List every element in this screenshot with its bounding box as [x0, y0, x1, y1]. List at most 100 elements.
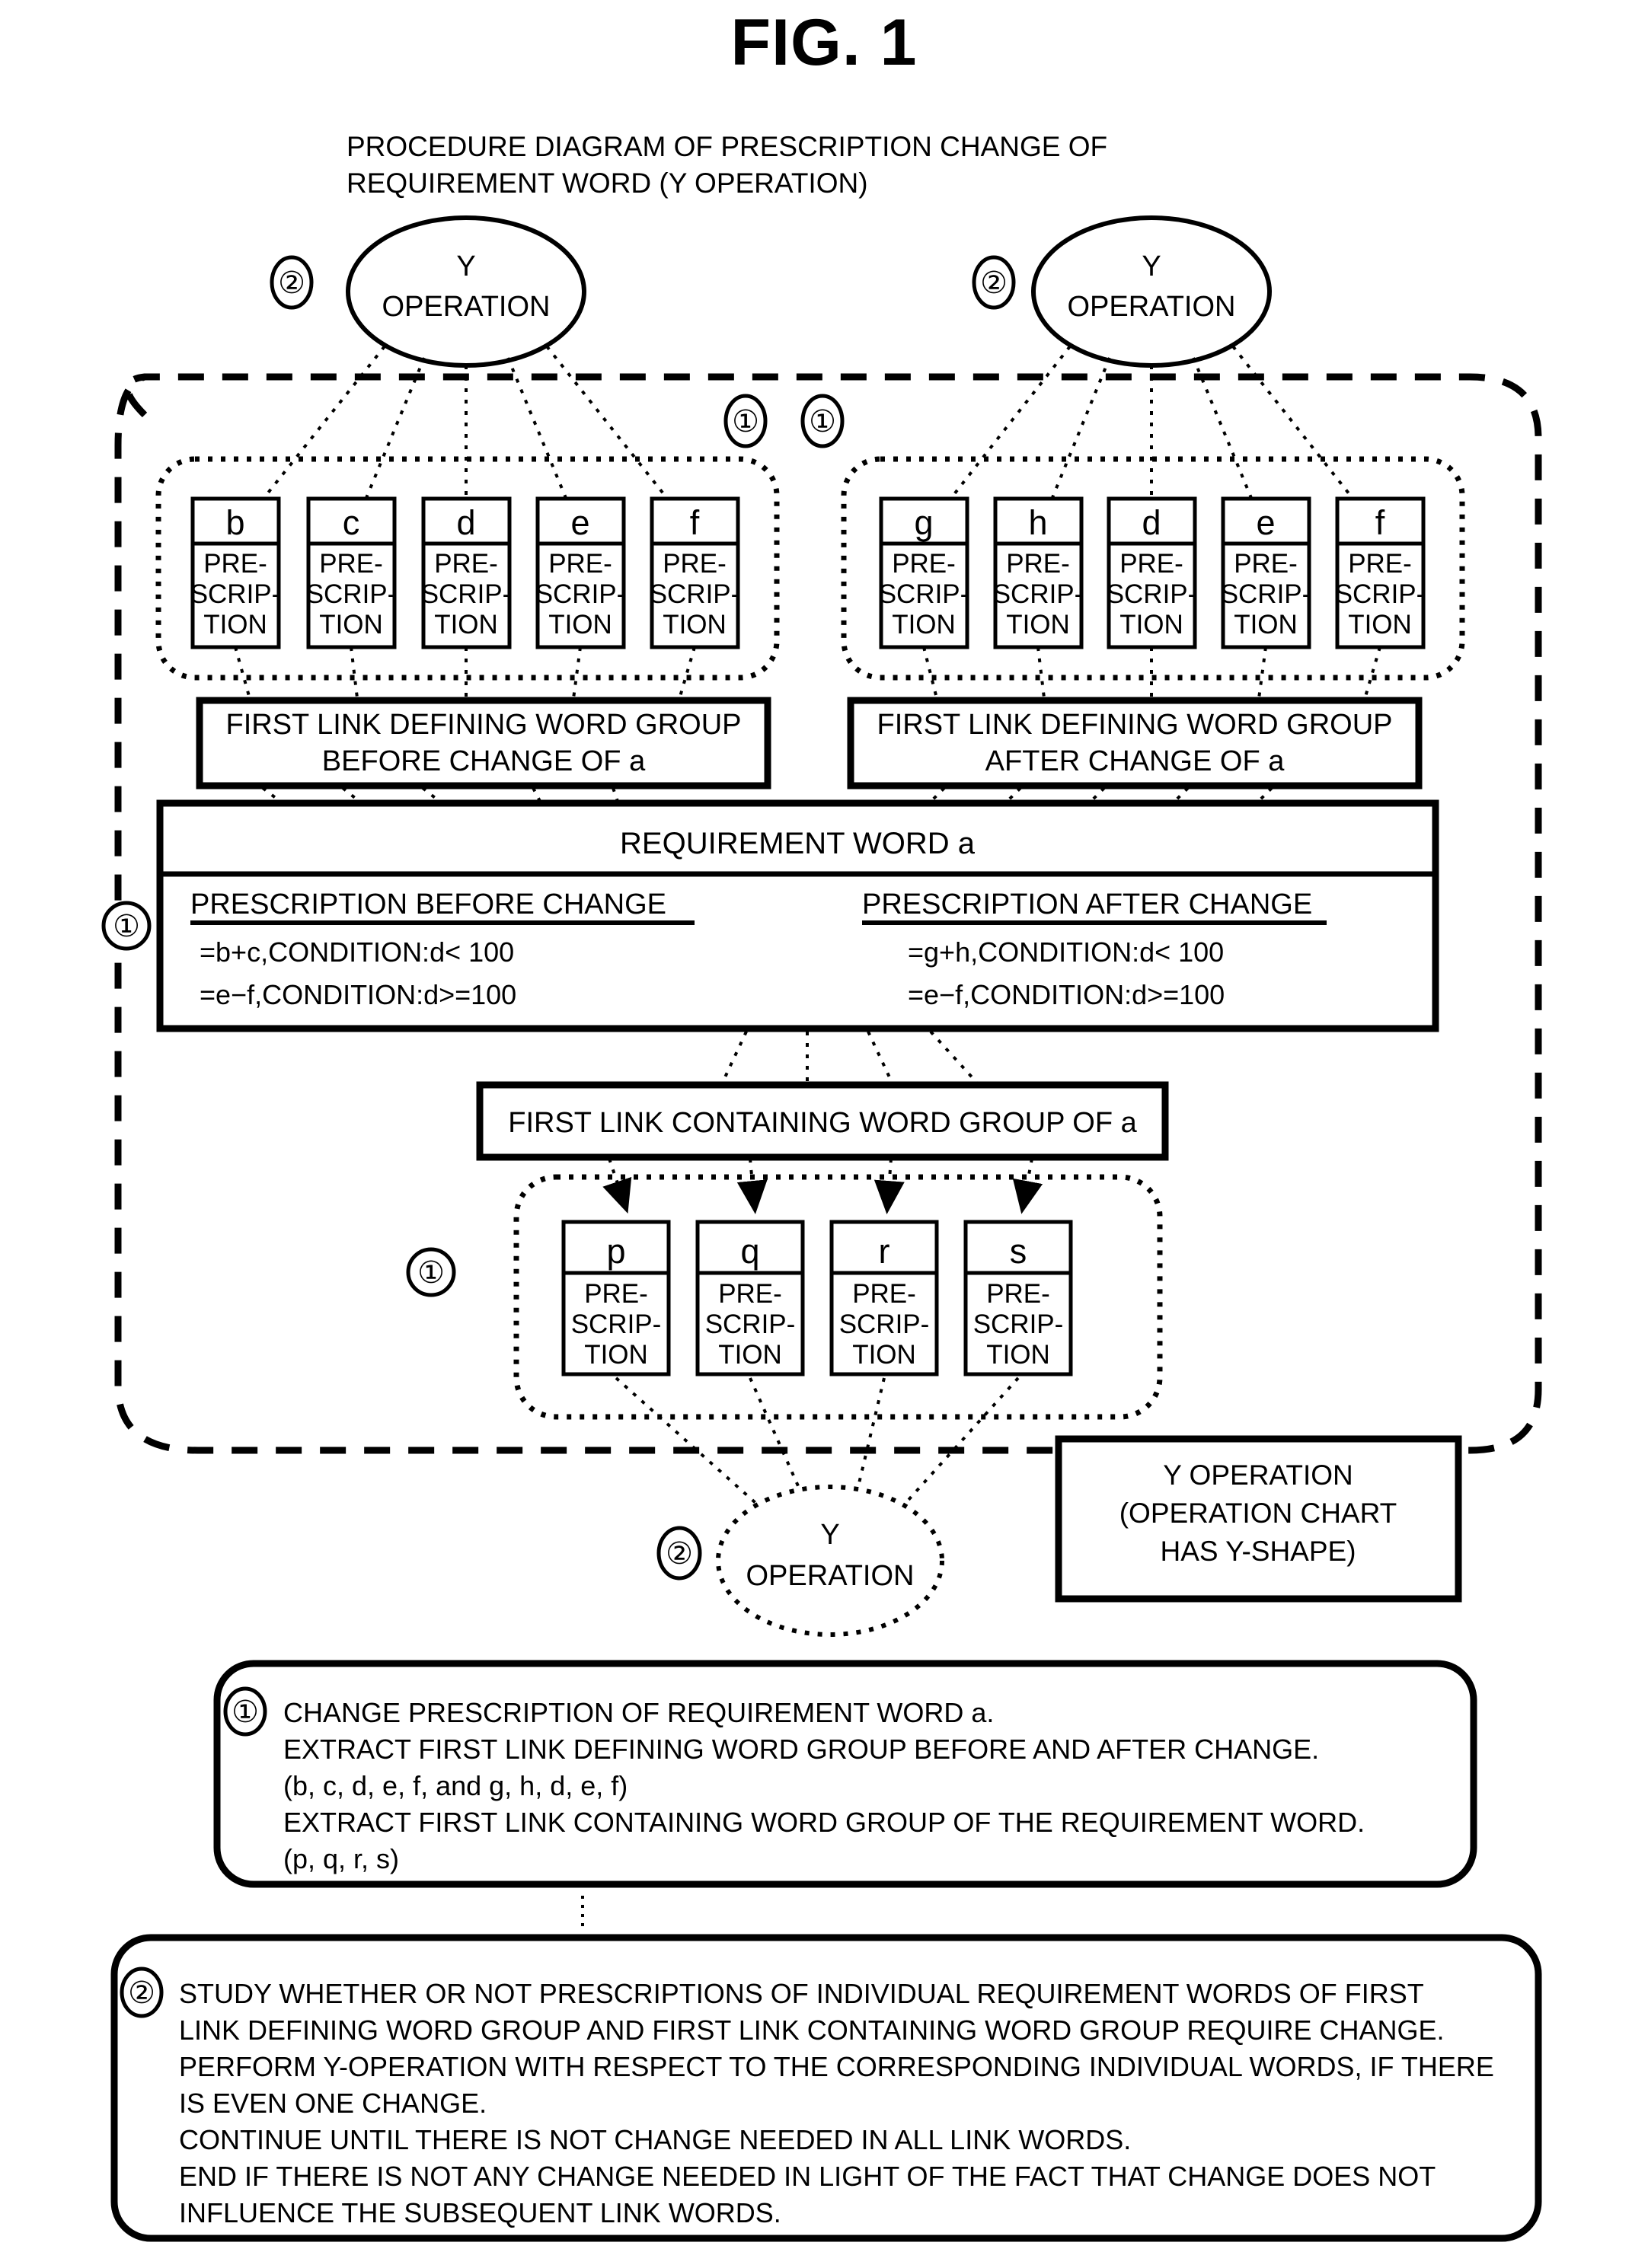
prescription-before-heading: PRESCRIPTION BEFORE CHANGE	[190, 888, 666, 920]
prescription-line-3: TION	[892, 610, 956, 640]
word-letter-f-right: f	[1375, 503, 1385, 542]
before-change-label-line1: FIRST LINK DEFINING WORD GROUP	[225, 709, 741, 741]
prescription-line-2: SCRIP-	[1107, 579, 1197, 609]
prescription-line-2: SCRIP-	[421, 579, 512, 609]
y-shape-note-line3: HAS Y-SHAPE)	[1160, 1536, 1356, 1567]
prescription-line-2: SCRIP-	[571, 1309, 662, 1339]
prescription-after-line1: =g+h,CONDITION:d< 100	[908, 936, 1224, 968]
marker-one-containing: ①	[417, 1256, 445, 1290]
prescription-line-2: SCRIP-	[1221, 579, 1311, 609]
note-two-line-6: END IF THERE IS NOT ANY CHANGE NEEDED IN…	[179, 2161, 1436, 2192]
after-change-label-line2: AFTER CHANGE OF a	[985, 745, 1286, 777]
word-letter-h: h	[1028, 503, 1047, 542]
containing-group-label: FIRST LINK CONTAINING WORD GROUP OF a	[508, 1107, 1137, 1139]
note-one-line-5: (p, q, r, s)	[283, 1843, 399, 1874]
prescription-line-2: SCRIP-	[535, 579, 626, 609]
figure-canvas: FIG. 1 PROCEDURE DIAGRAM OF PRESCRIPTION…	[101, 6, 1542, 2242]
word-letter-d-right: d	[1142, 503, 1161, 542]
prescription-line-2: SCRIP-	[306, 579, 397, 609]
note-one-line-1: CHANGE PRESCRIPTION OF REQUIREMENT WORD …	[283, 1697, 994, 1728]
prescription-line-2: SCRIP-	[879, 579, 969, 609]
prescription-line-3: TION	[584, 1340, 648, 1370]
word-letter-q: q	[740, 1232, 759, 1271]
prescription-line-1: PRE-	[852, 1279, 916, 1309]
word-letter-r: r	[879, 1232, 890, 1271]
word-letter-e: e	[570, 503, 589, 542]
converge-line	[615, 1376, 771, 1517]
prescription-line-3: TION	[663, 610, 727, 640]
y-operation-bottom-line1: Y	[820, 1519, 839, 1551]
prescription-line-3: TION	[1119, 610, 1183, 640]
word-letter-s: s	[1010, 1232, 1027, 1271]
before-change-label-line2: BEFORE CHANGE OF a	[322, 745, 646, 777]
note-one-line-2: EXTRACT FIRST LINK DEFINING WORD GROUP B…	[283, 1734, 1319, 1765]
word-letter-p: p	[606, 1232, 625, 1271]
prescription-line-3: TION	[1006, 610, 1070, 640]
prescription-line-2: SCRIP-	[190, 579, 281, 609]
note-one-marker: ①	[232, 1695, 259, 1729]
converge-line	[893, 1376, 1020, 1517]
marker-one-left-group: ①	[732, 405, 759, 439]
y-operation-top-right-line1: Y	[1142, 250, 1161, 282]
prescription-line-1: PRE-	[1006, 549, 1070, 579]
figure-subtitle-line2: REQUIREMENT WORD (Y OPERATION)	[347, 167, 868, 199]
requirement-word-title: REQUIREMENT WORD a	[620, 827, 976, 860]
prescription-line-3: TION	[319, 610, 383, 640]
note-two-line-1: STUDY WHETHER OR NOT PRESCRIPTIONS OF IN…	[179, 1978, 1424, 2009]
prescription-line-3: TION	[1234, 610, 1298, 640]
word-letter-c: c	[343, 503, 360, 542]
marker-one-right-group: ①	[809, 405, 836, 439]
word-letter-d: d	[456, 503, 475, 542]
link-line	[1362, 646, 1381, 705]
prescription-line-3: TION	[852, 1340, 916, 1370]
prescription-line-1: PRE-	[1234, 549, 1298, 579]
prescription-after-line2: =e−f,CONDITION:d>=100	[908, 979, 1225, 1010]
prescription-line-1: PRE-	[663, 549, 727, 579]
link-line	[676, 646, 696, 705]
link-line	[718, 1031, 748, 1089]
after-change-label-line1: FIRST LINK DEFINING WORD GROUP	[877, 709, 1392, 741]
word-letter-b: b	[225, 503, 244, 542]
marker-two-top-left: ②	[278, 266, 305, 300]
figure-subtitle-line1: PROCEDURE DIAGRAM OF PRESCRIPTION CHANGE…	[347, 131, 1107, 162]
note-two-line-5: CONTINUE UNTIL THERE IS NOT CHANGE NEEDE…	[179, 2124, 1131, 2155]
prescription-line-2: SCRIP-	[993, 579, 1084, 609]
patent-figure: FIG. 1 PROCEDURE DIAGRAM OF PRESCRIPTION…	[0, 0, 1648, 2268]
prescription-line-1: PRE-	[203, 549, 267, 579]
arrow-to-word-box	[874, 1158, 905, 1214]
prescription-line-1: PRE-	[548, 549, 612, 579]
y-shape-note-line2: (OPERATION CHART	[1119, 1498, 1397, 1529]
prescription-line-3: TION	[548, 610, 612, 640]
prescription-line-1: PRE-	[986, 1279, 1050, 1309]
prescription-line-2: SCRIP-	[650, 579, 740, 609]
word-letter-g: g	[914, 503, 933, 542]
y-operation-top-left-line2: OPERATION	[382, 291, 551, 323]
note-one-line-4: EXTRACT FIRST LINK CONTAINING WORD GROUP…	[283, 1807, 1365, 1838]
prescription-line-1: PRE-	[584, 1279, 648, 1309]
prescription-line-3: TION	[718, 1340, 782, 1370]
prescription-before-line1: =b+c,CONDITION:d< 100	[200, 936, 514, 968]
prescription-line-2: SCRIP-	[973, 1309, 1064, 1339]
prescription-line-1: PRE-	[434, 549, 498, 579]
word-letter-e-right: e	[1256, 503, 1275, 542]
note-one-line-3: (b, c, d, e, f, and g, h, d, e, f)	[283, 1770, 628, 1801]
figure-title: FIG. 1	[731, 6, 918, 79]
prescription-line-2: SCRIP-	[705, 1309, 796, 1339]
link-line	[929, 1030, 984, 1090]
note-two-line-7: INFLUENCE THE SUBSEQUENT LINK WORDS.	[179, 2197, 781, 2228]
note-two-line-4: IS EVEN ONE CHANGE.	[179, 2088, 487, 2119]
y-shape-note-line1: Y OPERATION	[1163, 1459, 1353, 1491]
y-operation-bottom-line2: OPERATION	[746, 1560, 915, 1592]
y-operation-top-right-line2: OPERATION	[1068, 291, 1236, 323]
prescription-line-3: TION	[203, 610, 267, 640]
y-operation-top-left-line1: Y	[456, 250, 475, 282]
note-two-marker: ②	[128, 1976, 155, 2010]
word-letter-f: f	[690, 503, 700, 542]
prescription-line-3: TION	[986, 1340, 1050, 1370]
prescription-line-3: TION	[1348, 610, 1412, 640]
prescription-after-heading: PRESCRIPTION AFTER CHANGE	[862, 888, 1312, 920]
prescription-line-2: SCRIP-	[839, 1309, 930, 1339]
marker-two-top-right: ②	[980, 266, 1008, 300]
note-two-line-2: LINK DEFINING WORD GROUP AND FIRST LINK …	[179, 2014, 1445, 2046]
marker-one-requirement: ①	[113, 910, 140, 943]
